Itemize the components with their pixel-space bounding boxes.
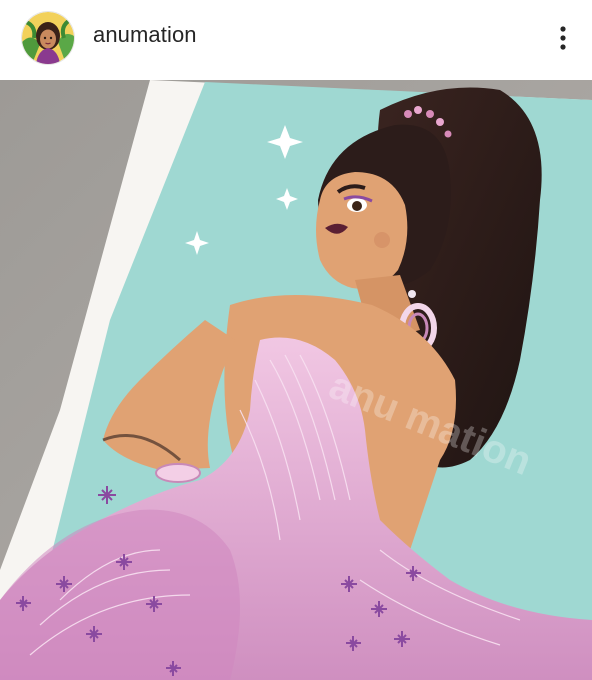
- bracelet: [155, 463, 201, 483]
- artwork-print-image: anu mation: [0, 80, 592, 680]
- profile-avatar[interactable]: [22, 12, 74, 64]
- more-options-button[interactable]: [548, 18, 578, 58]
- post-header: anumation: [0, 0, 592, 80]
- post-photo[interactable]: anu mation: [0, 80, 592, 680]
- username-link[interactable]: anumation: [93, 22, 197, 48]
- more-vertical-icon: [560, 26, 566, 50]
- avatar-image: [22, 12, 74, 64]
